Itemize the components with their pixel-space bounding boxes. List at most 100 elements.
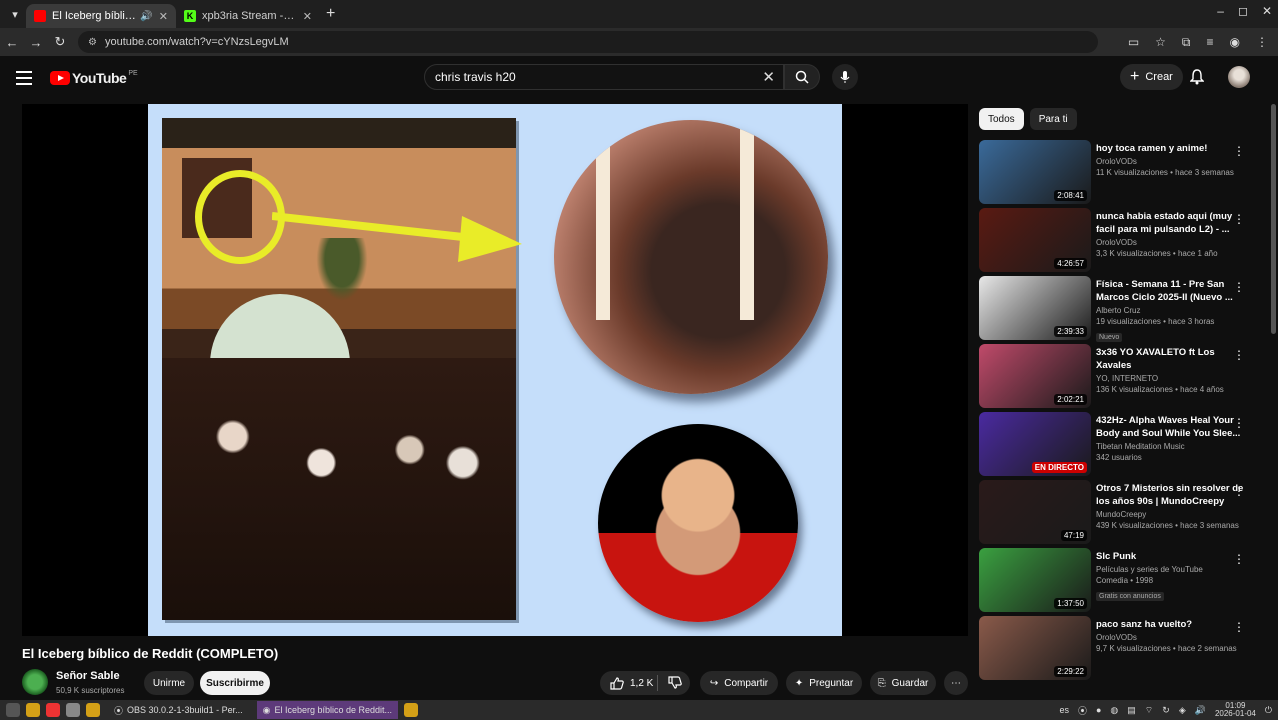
- rec-channel[interactable]: MundoCreepy: [1096, 510, 1246, 519]
- rec-channel[interactable]: OroloVODs: [1096, 238, 1246, 247]
- rec-channel[interactable]: OroloVODs: [1096, 633, 1246, 642]
- rec-title[interactable]: Física - Semana 11 - Pre San Marcos Cicl…: [1096, 278, 1246, 304]
- tray-power-icon[interactable]: ⏻: [1265, 705, 1272, 716]
- keyboard-layout[interactable]: es: [1059, 705, 1069, 715]
- search-input[interactable]: chris travis h20 ✕: [424, 64, 784, 90]
- subscribe-button[interactable]: Suscribirme: [200, 671, 270, 695]
- thumbs-down-icon[interactable]: [668, 676, 682, 689]
- rec-channel[interactable]: Tibetan Meditation Music: [1096, 442, 1246, 451]
- youtube-logo[interactable]: YouTube PE: [50, 70, 138, 86]
- cast-icon[interactable]: ▭: [1128, 35, 1139, 50]
- rec-channel[interactable]: Alberto Cruz: [1096, 306, 1246, 315]
- more-actions-button[interactable]: ⋯: [944, 671, 968, 695]
- file-manager-icon[interactable]: [26, 703, 40, 717]
- video-player[interactable]: [22, 104, 968, 636]
- tray-obs-icon[interactable]: ⦿: [1078, 704, 1087, 717]
- clear-search-icon[interactable]: ✕: [762, 68, 775, 86]
- rec-more-icon[interactable]: ⋮: [1233, 280, 1245, 294]
- page-scrollbar[interactable]: [1271, 104, 1276, 334]
- rec-thumbnail[interactable]: 2:39:33: [979, 276, 1091, 340]
- profile-icon[interactable]: ◉: [1230, 35, 1240, 50]
- rec-more-icon[interactable]: ⋮: [1233, 620, 1245, 634]
- browser-menu-icon[interactable]: ⋮: [1256, 35, 1268, 50]
- forward-icon[interactable]: →: [24, 35, 48, 50]
- rec-thumbnail[interactable]: 47:19: [979, 480, 1091, 544]
- rec-title[interactable]: Otros 7 Misterios sin resolver de los añ…: [1096, 482, 1246, 508]
- close-tab-icon[interactable]: ✕: [159, 10, 168, 23]
- clock[interactable]: 01:09 2026-01-04: [1215, 702, 1256, 718]
- rec-title[interactable]: Slc Punk: [1096, 550, 1246, 563]
- tab-kick[interactable]: K xpb3ria Stream - Watch Live ✕: [176, 4, 320, 28]
- rec-title[interactable]: 3x36 YO XAVALETO ft Los Xavales: [1096, 346, 1246, 372]
- rec-more-icon[interactable]: ⋮: [1233, 552, 1245, 566]
- rec-more-icon[interactable]: ⋮: [1233, 144, 1245, 158]
- ask-button[interactable]: ✦ Preguntar: [786, 671, 862, 695]
- rec-title[interactable]: nunca habia estado aqui (muy facil para …: [1096, 210, 1246, 236]
- taskbar-task-obs[interactable]: ⦿ OBS 30.0.2-1-3build1 - Per...: [108, 701, 249, 719]
- channel-name[interactable]: Señor Sable: [56, 670, 120, 682]
- tray-chat-icon[interactable]: ◍: [1110, 705, 1118, 716]
- recommendation-item[interactable]: 2:29:22 paco sanz ha vuelto? OroloVODs 9…: [979, 616, 1269, 684]
- rec-thumbnail[interactable]: EN DIRECTO: [979, 412, 1091, 476]
- minimize-icon[interactable]: –: [1217, 4, 1224, 18]
- rec-thumbnail[interactable]: 4:26:57: [979, 208, 1091, 272]
- rec-channel[interactable]: OroloVODs: [1096, 157, 1246, 166]
- recommendation-item[interactable]: 2:08:41 hoy toca ramen y anime! OroloVOD…: [979, 140, 1269, 208]
- app-icon[interactable]: [46, 703, 60, 717]
- pinned-app-icon[interactable]: [404, 703, 419, 717]
- rec-more-icon[interactable]: ⋮: [1233, 348, 1245, 362]
- recommendation-item[interactable]: 2:39:33 Física - Semana 11 - Pre San Mar…: [979, 276, 1269, 344]
- rec-thumbnail[interactable]: 2:02:21: [979, 344, 1091, 408]
- tab-youtube[interactable]: El Iceberg bíblico de Reddit 🔊 ✕: [26, 4, 176, 28]
- audio-icon[interactable]: 🔊: [140, 11, 152, 22]
- channel-avatar[interactable]: [22, 669, 48, 695]
- search-button[interactable]: [784, 64, 820, 90]
- folder-icon[interactable]: [86, 703, 100, 717]
- new-tab-icon[interactable]: +: [326, 5, 335, 23]
- chip-todos[interactable]: Todos: [979, 108, 1024, 130]
- join-button[interactable]: Unirme: [144, 671, 194, 695]
- rec-channel[interactable]: Películas y series de YouTube: [1096, 565, 1246, 574]
- tray-clipboard-icon[interactable]: ▤: [1127, 705, 1136, 716]
- create-button[interactable]: + Crear: [1120, 64, 1183, 90]
- recommendation-item[interactable]: EN DIRECTO 432Hz- Alpha Waves Heal Your …: [979, 412, 1269, 480]
- tray-security-icon[interactable]: ◈: [1179, 705, 1186, 716]
- terminal-icon[interactable]: [66, 703, 80, 717]
- recommendation-item[interactable]: 2:02:21 3x36 YO XAVALETO ft Los Xavales …: [979, 344, 1269, 412]
- tray-volume-icon[interactable]: 🔊: [1195, 705, 1206, 716]
- extensions-icon[interactable]: ⧉: [1182, 35, 1191, 50]
- notifications-bell-icon[interactable]: [1190, 69, 1204, 85]
- rec-more-icon[interactable]: ⋮: [1233, 416, 1245, 430]
- voice-search-button[interactable]: [832, 64, 858, 90]
- recommendation-item[interactable]: 47:19 Otros 7 Misterios sin resolver de …: [979, 480, 1269, 548]
- recommendation-item[interactable]: 1:37:50 Slc Punk Películas y series de Y…: [979, 548, 1269, 616]
- rec-title[interactable]: hoy toca ramen y anime!: [1096, 142, 1246, 155]
- account-avatar[interactable]: [1228, 66, 1250, 88]
- tray-app-icon[interactable]: ●: [1096, 705, 1101, 715]
- recommendation-item[interactable]: 4:26:57 nunca habia estado aqui (muy fac…: [979, 208, 1269, 276]
- rec-thumbnail[interactable]: 2:08:41: [979, 140, 1091, 204]
- menu-icon[interactable]: [16, 71, 32, 85]
- tray-network-icon[interactable]: ⌔: [1145, 705, 1153, 716]
- rec-more-icon[interactable]: ⋮: [1233, 212, 1245, 226]
- reload-icon[interactable]: ↻: [48, 34, 72, 50]
- site-info-icon[interactable]: ⚙: [88, 37, 97, 48]
- rec-thumbnail[interactable]: 2:29:22: [979, 616, 1091, 680]
- start-menu-icon[interactable]: [6, 703, 20, 717]
- close-tab-icon[interactable]: ✕: [303, 10, 312, 23]
- maximize-icon[interactable]: ◻: [1238, 4, 1248, 18]
- share-button[interactable]: ↪ Compartir: [700, 671, 778, 695]
- rec-channel[interactable]: YO, INTERNETO: [1096, 374, 1246, 383]
- close-window-icon[interactable]: ✕: [1262, 4, 1272, 18]
- reading-list-icon[interactable]: ≡: [1207, 35, 1214, 50]
- tray-update-icon[interactable]: ↻: [1162, 705, 1170, 716]
- chip-para-ti[interactable]: Para ti: [1029, 108, 1077, 130]
- rec-more-icon[interactable]: ⋮: [1233, 484, 1245, 498]
- tab-search-icon[interactable]: ▾: [4, 3, 26, 25]
- url-field[interactable]: ⚙ youtube.com/watch?v=cYNzsLegvLM: [78, 31, 1098, 53]
- taskbar-task-browser[interactable]: ◉ El Iceberg bíblico de Reddit...: [256, 701, 399, 719]
- rec-title[interactable]: 432Hz- Alpha Waves Heal Your Body and So…: [1096, 414, 1246, 440]
- rec-thumbnail[interactable]: 1:37:50: [979, 548, 1091, 612]
- save-button[interactable]: ⎘ Guardar: [870, 671, 936, 695]
- rec-title[interactable]: paco sanz ha vuelto?: [1096, 618, 1246, 631]
